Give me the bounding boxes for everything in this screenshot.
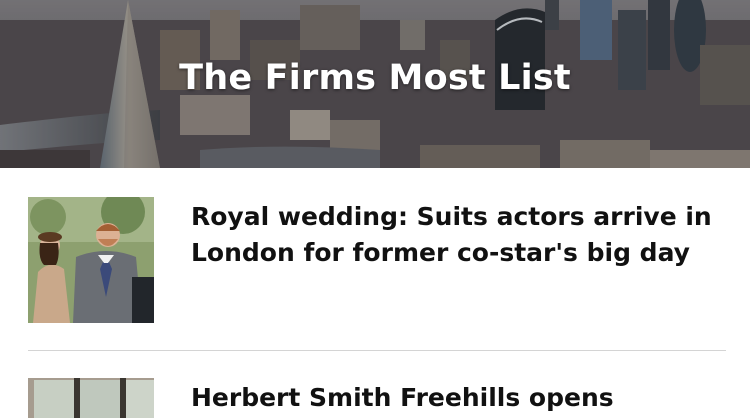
- article-headline[interactable]: Herbert Smith Freehills opens: [191, 380, 731, 416]
- article-thumbnail[interactable]: [28, 378, 154, 418]
- article-item[interactable]: Herbert Smith Freehills opens: [28, 378, 726, 418]
- article-item[interactable]: Royal wedding: Suits actors arrive in Lo…: [28, 197, 726, 323]
- royal-couple-photo: [28, 197, 154, 323]
- divider: [28, 350, 726, 351]
- hero-banner: The Firms Most List: [0, 0, 750, 168]
- office-interior-photo: [28, 378, 154, 418]
- article-thumbnail[interactable]: [28, 197, 154, 323]
- article-headline[interactable]: Royal wedding: Suits actors arrive in Lo…: [191, 199, 731, 271]
- page-title: The Firms Most List: [179, 58, 571, 98]
